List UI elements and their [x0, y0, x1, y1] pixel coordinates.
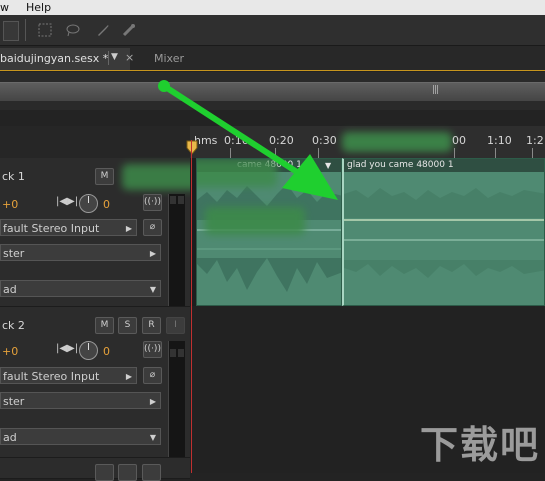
track-level-meter	[168, 194, 185, 306]
ruler-label: 1:10	[487, 134, 512, 147]
chevron-right-icon: ▶	[149, 397, 156, 406]
clip-title: glad you came 48000 1	[344, 159, 544, 172]
tab-mixer-label: Mixer	[154, 52, 185, 65]
menu-bar: w Help	[0, 0, 545, 15]
chevron-down-icon: ▼	[149, 285, 156, 294]
toolbar-divider	[25, 19, 26, 41]
fx-power-button[interactable]: ((·))	[143, 341, 162, 358]
watermark-text: 下载吧	[420, 423, 541, 467]
chevron-right-icon: ▶	[125, 372, 132, 381]
track-2-header: ck 2 M S R I +0 |◀▶| 0 ((·)) fault Stere…	[0, 307, 190, 458]
pan-value[interactable]: 0	[103, 198, 110, 211]
brush-tool-icon[interactable]	[96, 23, 110, 37]
input-select[interactable]: fault Stereo Input ▶	[0, 367, 137, 384]
pan-knob[interactable]	[79, 194, 98, 213]
tab-bar: baidujingyan.sesx * ▼ × Mixer	[0, 46, 545, 71]
track-name[interactable]: ck 2	[2, 319, 25, 332]
phase-invert-button[interactable]: ⌀	[143, 367, 162, 384]
volume-value[interactable]: +0	[2, 198, 18, 211]
tab-divider	[108, 51, 109, 65]
menu-view[interactable]: w	[0, 0, 9, 15]
volume-value[interactable]: +0	[2, 345, 18, 358]
annotation-arrow-icon	[158, 80, 338, 200]
chevron-right-icon: ▶	[125, 224, 132, 233]
output-select[interactable]: ster ▶	[0, 392, 161, 409]
output-select-label: ster	[3, 247, 25, 260]
audio-clip-2[interactable]: glad you came 48000 1	[342, 158, 545, 306]
tab-menu-icon[interactable]: ▼	[111, 52, 118, 62]
ruler-label: 1:2	[526, 134, 544, 147]
lasso-tool-icon[interactable]	[66, 23, 80, 37]
input-select[interactable]: fault Stereo Input ▶	[0, 219, 137, 236]
chevron-down-icon: ▼	[149, 433, 156, 442]
pan-knob[interactable]	[79, 341, 98, 360]
tab-mixer[interactable]: Mixer	[144, 48, 200, 70]
clip-title-label: glad you came 48000 1	[347, 160, 454, 170]
waveform	[344, 188, 544, 278]
tab-close-icon[interactable]: ×	[125, 51, 134, 64]
marquee-tool-icon[interactable]	[38, 23, 52, 37]
watermark-logo: 下载吧	[420, 414, 545, 467]
menu-help[interactable]: Help	[26, 0, 51, 15]
redacted-region	[342, 132, 452, 152]
solo-button[interactable]: S	[118, 317, 137, 334]
mute-button[interactable]: M	[95, 317, 114, 334]
automation-mode-select[interactable]: ad ▼	[0, 428, 161, 445]
automation-mode-select[interactable]: ad ▼	[0, 280, 161, 297]
track-level-meter	[168, 341, 185, 457]
track-name[interactable]: ck 1	[2, 170, 25, 183]
monitor-input-button[interactable]: I	[166, 317, 185, 334]
tab-session[interactable]: baidujingyan.sesx * ▼ ×	[0, 48, 134, 70]
mute-button[interactable]: M	[95, 168, 114, 185]
redacted-region	[205, 207, 305, 235]
input-select-label: fault Stereo Input	[3, 222, 100, 235]
pan-icon: |◀▶|	[56, 196, 79, 207]
output-select-label: ster	[3, 395, 25, 408]
automation-mode-label: ad	[3, 283, 17, 296]
record-arm-button[interactable]: R	[142, 317, 161, 334]
output-select[interactable]: ster ▶	[0, 244, 161, 261]
spot-heal-icon[interactable]	[122, 23, 136, 37]
ruler-label: 00	[452, 134, 466, 147]
phase-invert-button[interactable]: ⌀	[143, 219, 162, 236]
track-3-header	[0, 458, 190, 481]
automation-mode-label: ad	[3, 431, 17, 444]
chevron-right-icon: ▶	[149, 249, 156, 258]
pan-icon: |◀▶|	[56, 343, 79, 354]
scroll-grip-icon[interactable]: |||	[432, 85, 439, 95]
input-select-label: fault Stereo Input	[3, 370, 100, 383]
tab-session-label: baidujingyan.sesx *	[0, 52, 109, 65]
toolbar	[0, 15, 545, 46]
toolbar-button[interactable]	[3, 21, 19, 41]
pan-value[interactable]: 0	[103, 345, 110, 358]
